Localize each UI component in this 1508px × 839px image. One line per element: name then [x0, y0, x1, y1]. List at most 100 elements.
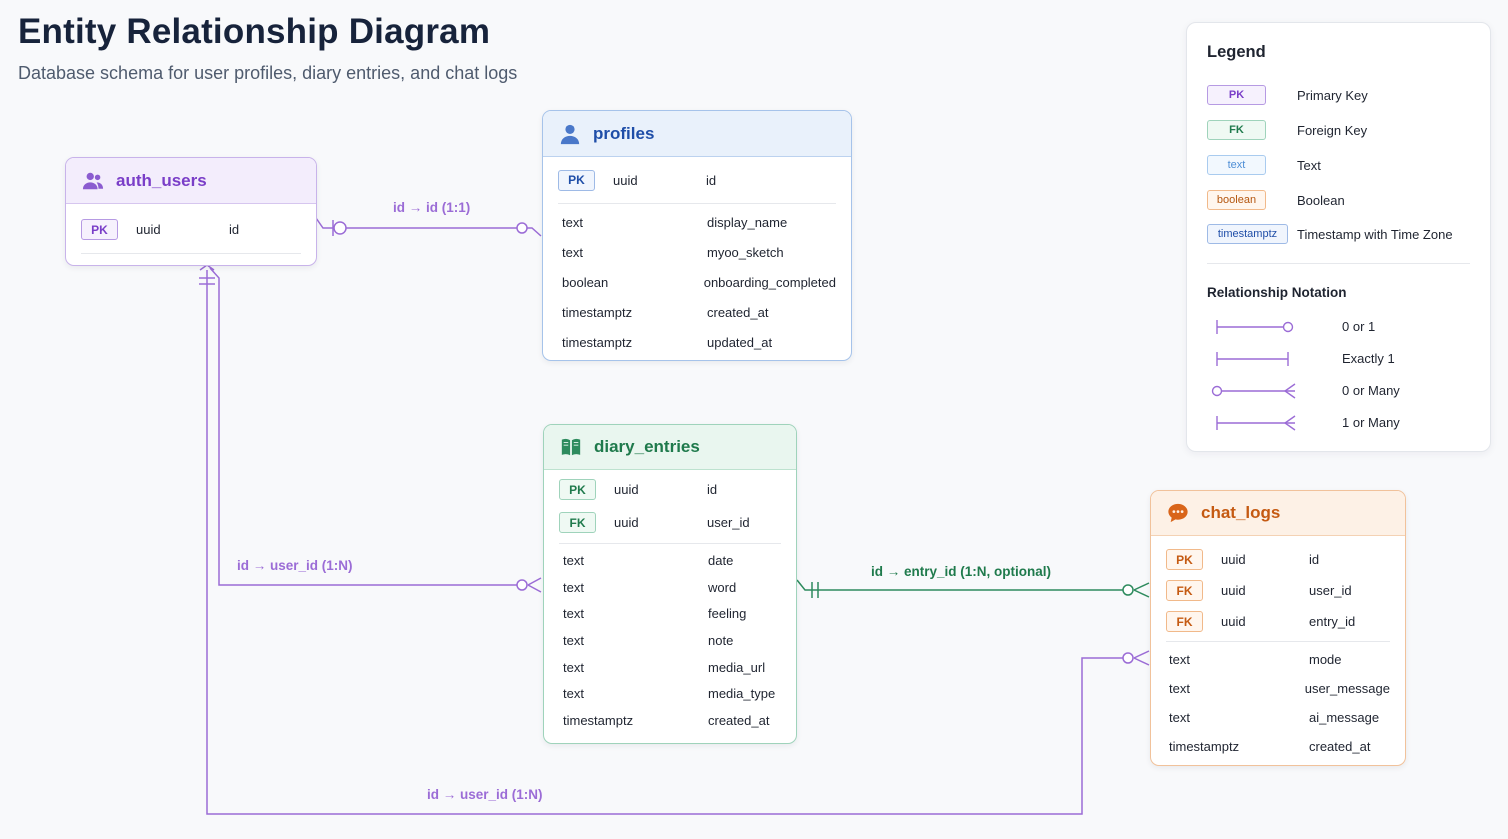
column-row: text feeling	[559, 600, 781, 627]
entity-diary-entries[interactable]: diary_entries PK uuid id FK uuid user_id…	[543, 424, 797, 744]
entity-auth-users[interactable]: auth_users PK uuid id	[65, 157, 317, 266]
legend-label: Text	[1297, 157, 1321, 173]
relationship-label-auth-profiles: id → id (1:1)	[393, 200, 471, 215]
column-row: PK uuid id	[558, 157, 836, 203]
column-row: timestamptz updated_at	[558, 327, 836, 357]
column-name: entry_id	[1309, 614, 1356, 629]
column-row: timestamptz created_at	[1166, 732, 1390, 761]
entity-chat-logs[interactable]: chat_logs PK uuid id FK uuid user_id FK …	[1150, 490, 1406, 766]
column-row: PK uuid id	[81, 204, 301, 254]
entity-profiles[interactable]: profiles PK uuid id text display_name te…	[542, 110, 852, 361]
column-type: uuid	[614, 482, 639, 497]
notation-label: 0 or 1	[1342, 319, 1376, 334]
legend-relationship-title: Relationship Notation	[1207, 285, 1347, 300]
column-type: timestamptz	[1169, 739, 1240, 754]
column-name: id	[707, 482, 718, 497]
column-type: text	[562, 214, 583, 230]
chat-bubble-icon	[1168, 503, 1188, 523]
entity-header: profiles	[543, 111, 851, 157]
key-columns: PK uuid id FK uuid user_id	[559, 470, 781, 544]
pk-badge: PK	[558, 169, 595, 191]
zero-or-many-icon	[1211, 383, 1296, 399]
column-type: uuid	[613, 172, 638, 188]
column-name: feeling	[708, 606, 747, 622]
column-name: user_id	[1309, 583, 1352, 598]
legend-label: Primary Key	[1297, 87, 1368, 103]
column-type: text	[1169, 710, 1190, 725]
legend-item-pk: PK Primary Key	[1207, 84, 1368, 106]
column-name: id	[229, 222, 240, 237]
entity-header: chat_logs	[1151, 491, 1405, 536]
book-icon	[561, 438, 581, 456]
key-columns: PK uuid id	[558, 157, 836, 204]
notation-label: 0 or Many	[1342, 383, 1400, 398]
column-row: text mode	[1166, 645, 1390, 674]
user-icon	[560, 124, 580, 144]
column-row: text myoo_sketch	[558, 237, 836, 267]
key-columns: PK uuid id FK uuid user_id FK uuid entry…	[1166, 536, 1390, 642]
connector-auth-diary	[209, 267, 542, 593]
column-name: id	[706, 172, 717, 188]
column-name: created_at	[708, 712, 770, 728]
column-type: uuid	[1221, 583, 1246, 598]
legend-label: Timestamp with Time Zone	[1297, 226, 1453, 242]
notation-symbols	[1211, 320, 1296, 431]
legend-item-text: text Text	[1207, 154, 1321, 176]
column-name: created_at	[1309, 739, 1371, 754]
one-or-many-icon	[1216, 415, 1296, 431]
pk-badge: PK	[559, 479, 596, 500]
pk-badge: PK	[1207, 85, 1266, 105]
legend-item-fk: FK Foreign Key	[1207, 119, 1367, 141]
column-name: word	[708, 579, 737, 595]
column-type: text	[563, 659, 584, 675]
column-type: boolean	[562, 274, 609, 290]
fk-badge: FK	[1166, 580, 1203, 601]
column-name: media_url	[708, 659, 766, 675]
legend-item-boolean: boolean Boolean	[1207, 189, 1345, 211]
legend-label: Boolean	[1297, 192, 1345, 208]
column-row: text media_url	[559, 654, 781, 681]
connector-auth-profiles	[315, 217, 542, 237]
entity-name: diary_entries	[594, 437, 700, 456]
column-type: text	[563, 552, 584, 568]
column-type: timestamptz	[563, 712, 634, 728]
column-row: text ai_message	[1166, 703, 1390, 732]
legend-title: Legend	[1207, 43, 1266, 61]
column-row: text media_type	[559, 680, 781, 707]
column-name: myoo_sketch	[707, 244, 784, 260]
timestamptz-type-badge: timestamptz	[1207, 224, 1288, 244]
column-name: id	[1309, 552, 1320, 567]
column-type: text	[562, 244, 583, 260]
column-type: timestamptz	[562, 334, 633, 350]
column-type: text	[1169, 652, 1190, 667]
connector-diary-chat	[796, 579, 1150, 598]
column-type: text	[1169, 681, 1190, 696]
column-row: text user_message	[1166, 674, 1390, 703]
column-row: FK uuid user_id	[559, 506, 781, 539]
column-row: FK uuid user_id	[1166, 575, 1390, 606]
column-type: text	[563, 579, 584, 595]
column-type: text	[563, 632, 584, 648]
legend-item-timestamptz: timestamptz Timestamp with Time Zone	[1207, 223, 1453, 245]
column-name: onboarding_completed	[703, 274, 836, 290]
column-name: note	[708, 632, 734, 648]
column-name: user_id	[707, 515, 750, 530]
column-row: timestamptz created_at	[559, 707, 781, 734]
column-row: boolean onboarding_completed	[558, 267, 836, 297]
column-name: ai_message	[1309, 710, 1380, 725]
column-type: text	[563, 686, 584, 702]
column-name: updated_at	[707, 334, 773, 350]
column-type: uuid	[1221, 614, 1246, 629]
entity-name: auth_users	[116, 170, 207, 190]
relationship-label-auth-diary: id → user_id (1:N)	[237, 558, 353, 573]
legend-divider	[1207, 263, 1470, 264]
entity-name: chat_logs	[1201, 503, 1281, 522]
fk-badge: FK	[1207, 120, 1266, 140]
column-name: display_name	[707, 214, 788, 230]
column-type: uuid	[136, 222, 161, 237]
boolean-type-badge: boolean	[1207, 190, 1266, 210]
column-type: timestamptz	[562, 304, 633, 320]
column-name: mode	[1309, 652, 1342, 667]
column-row: text word	[559, 574, 781, 601]
text-type-badge: text	[1207, 155, 1266, 175]
